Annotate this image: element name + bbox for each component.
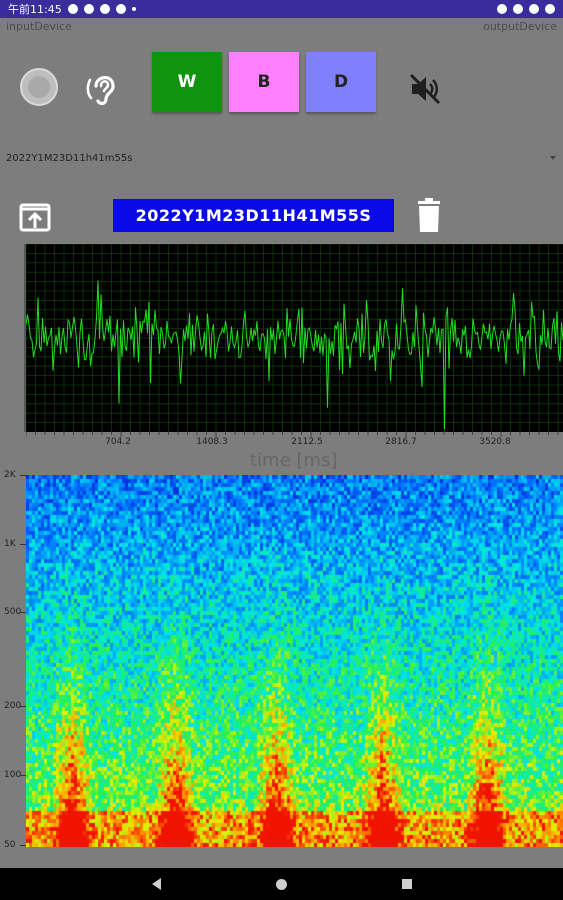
navigation-bar	[0, 868, 563, 900]
recording-dropdown[interactable]: 2022Y1M23D11h41m55s	[6, 150, 556, 166]
filename-display[interactable]: 2022Y1M23D11H41M55S	[113, 199, 394, 232]
status-time: 午前11:45	[8, 3, 62, 16]
sync-icon	[513, 4, 523, 14]
waveform-x-axis-label: time [ms]	[250, 450, 338, 471]
waveform-x-tick: 2816.7	[385, 437, 417, 447]
waveform-svg	[25, 243, 563, 432]
headphones-icon	[497, 4, 507, 14]
spectrogram-y-tick: 100	[4, 770, 22, 780]
ear-monitor-icon[interactable]	[84, 66, 124, 108]
spectrogram-y-tick: 200	[4, 701, 22, 711]
location-icon	[67, 4, 78, 14]
output-device-label[interactable]: outputDevice	[483, 20, 557, 33]
record-button[interactable]	[20, 68, 58, 106]
spectrogram-y-tick: 2K	[4, 470, 16, 480]
mode-w-button[interactable]: W	[152, 52, 222, 112]
app-icon	[99, 4, 110, 14]
input-device-label[interactable]: inputDevice	[6, 20, 72, 33]
spectrogram-plot	[26, 475, 563, 847]
record-icon	[28, 76, 50, 98]
app-icon-2	[115, 4, 126, 14]
waveform-x-tick: 704.2	[105, 437, 131, 447]
wifi-icon	[529, 4, 539, 14]
spectrogram-canvas	[26, 475, 563, 847]
spectrogram-y-tick: 50	[4, 840, 16, 850]
recording-dropdown-value: 2022Y1M23D11h41m55s	[6, 152, 133, 164]
more-notifications-icon	[131, 7, 136, 11]
battery-icon	[545, 4, 555, 14]
recents-icon[interactable]	[401, 879, 412, 889]
back-icon[interactable]	[151, 878, 161, 890]
waveform-y-axis	[24, 244, 26, 432]
trash-icon[interactable]	[416, 198, 442, 234]
mode-d-button[interactable]: D	[306, 52, 376, 112]
export-icon[interactable]	[18, 200, 52, 234]
dropdown-arrow-icon	[550, 156, 556, 160]
mode-b-button[interactable]: B	[229, 52, 299, 112]
waveform-x-tick: 1408.3	[196, 437, 228, 447]
spectrogram-y-tick: 500	[4, 607, 22, 617]
waveform-x-tick: 2112.5	[291, 437, 323, 447]
notification-icon	[83, 4, 94, 14]
spectrogram-y-tick: 1K	[4, 539, 16, 549]
status-bar: 午前11:45	[0, 0, 563, 18]
waveform-plot	[25, 243, 563, 432]
speaker-mute-icon[interactable]	[406, 70, 444, 108]
waveform-x-tick: 3520.8	[479, 437, 511, 447]
home-icon[interactable]	[275, 878, 287, 890]
